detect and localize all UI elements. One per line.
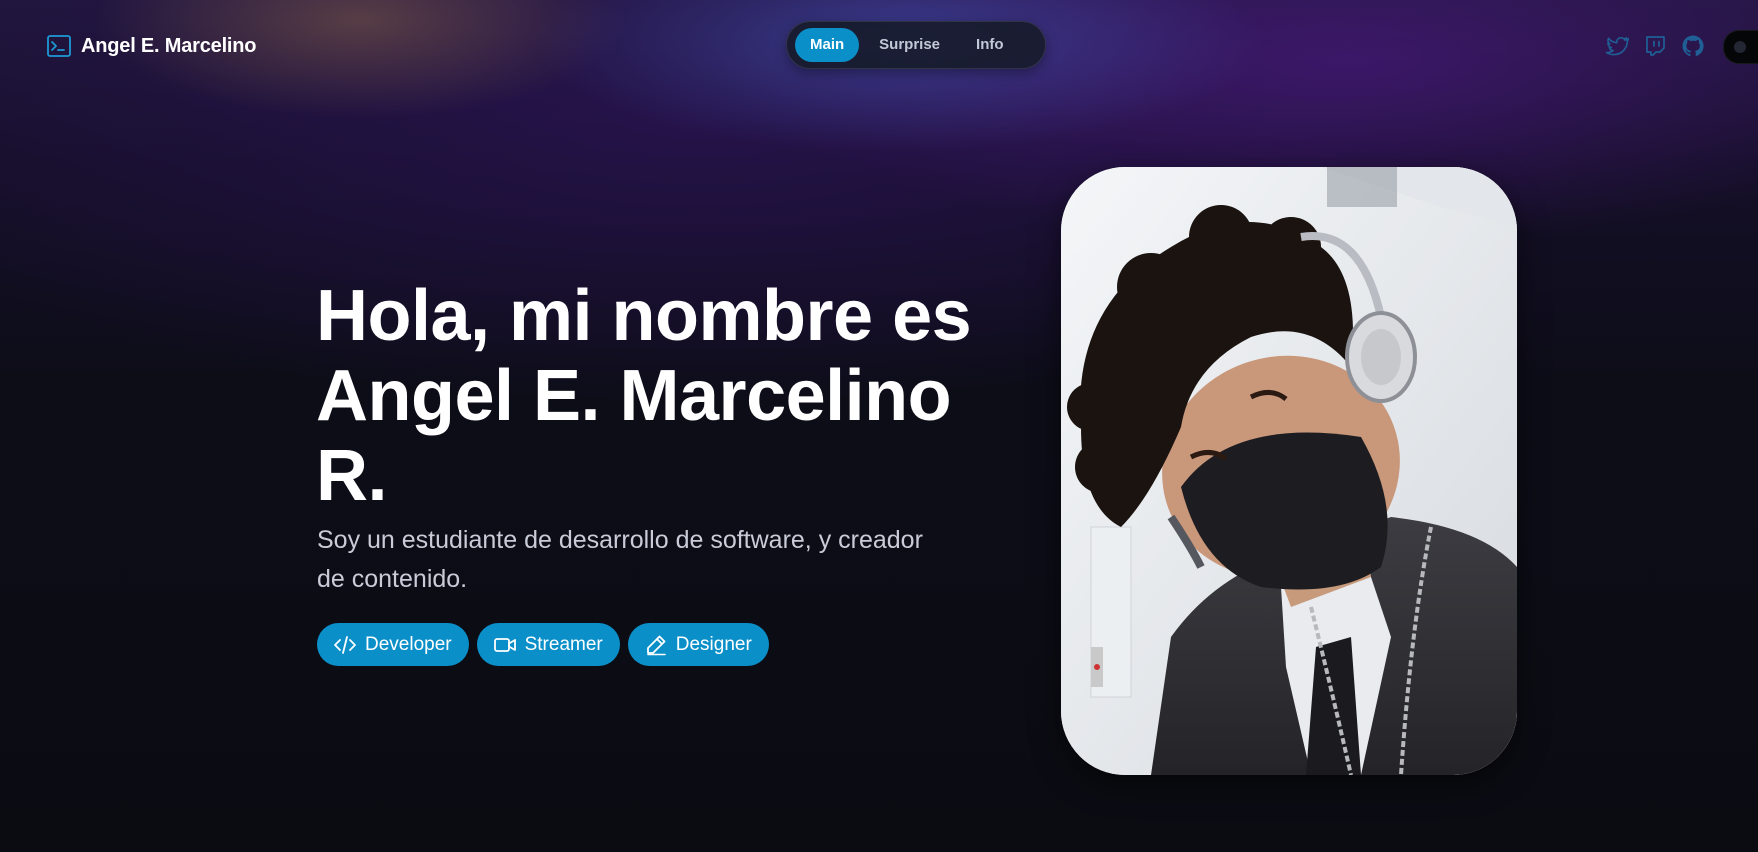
hero-title-line: R.	[316, 436, 388, 516]
code-icon	[334, 635, 356, 654]
twitch-icon[interactable]	[1643, 34, 1667, 58]
tab-main[interactable]: Main	[795, 28, 860, 62]
tag-label: Designer	[675, 633, 752, 655]
designer-tag[interactable]: Designer	[627, 623, 769, 666]
theme-toggle[interactable]	[1723, 30, 1758, 64]
tag-label: Developer	[365, 633, 452, 655]
hero-title-line: Angel E. Marcelino	[316, 356, 952, 436]
role-tags: Developer Streamer Designer	[317, 623, 769, 666]
tab-info[interactable]: Info	[960, 28, 1020, 62]
brand-name: Angel E. Marcelino	[81, 34, 257, 57]
profile-photo-illustration	[1061, 167, 1517, 775]
streamer-tag[interactable]: Streamer	[476, 623, 620, 666]
video-camera-icon	[493, 637, 516, 652]
theme-toggle-icon	[1734, 41, 1746, 53]
brand[interactable]: Angel E. Marcelino	[47, 33, 257, 59]
page: Angel E. Marcelino Main Surprise Info Ho…	[0, 0, 1758, 852]
twitter-icon[interactable]	[1605, 34, 1629, 58]
hero-subtitle: Soy un estudiante de desarrollo de softw…	[317, 526, 923, 593]
tag-label: Streamer	[524, 633, 603, 655]
github-icon[interactable]	[1681, 34, 1705, 58]
profile-photo	[1061, 167, 1517, 775]
developer-tag[interactable]: Developer	[317, 623, 469, 666]
pencil-icon	[646, 635, 666, 655]
hero-title-line: Hola, mi nombre es	[316, 276, 972, 356]
hero-title: Hola, mi nombre es Angel E. Marcelino R.	[316, 276, 1016, 516]
main-nav: Main Surprise Info	[786, 21, 1046, 69]
tab-surprise[interactable]: Surprise	[863, 28, 956, 62]
social-links	[1605, 34, 1705, 58]
terminal-icon	[47, 35, 71, 57]
